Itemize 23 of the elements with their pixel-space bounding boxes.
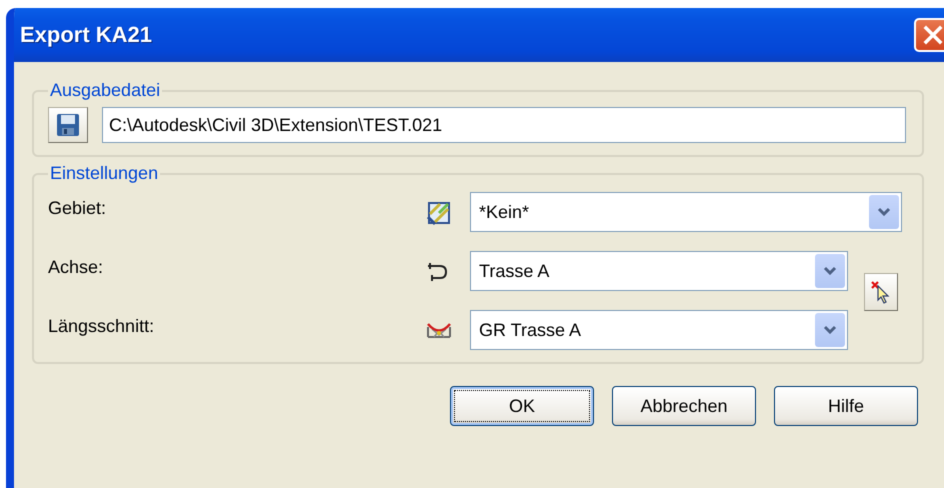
group-legend: Ausgabedatei [48,80,162,101]
dialog-button[interactable]: Hilfe [774,386,918,426]
field-label: Achse: [48,256,104,278]
close-button[interactable] [914,18,944,52]
area-map-icon [427,201,451,225]
window-title: Export KA21 [20,22,152,48]
chevron-down-icon [877,207,891,217]
profile-curve-icon [426,321,452,341]
dropdown[interactable]: GR Trasse A [470,310,848,350]
dialog-button[interactable]: Abbrechen [612,386,756,426]
file-path-field[interactable]: C:\Autodesk\Civil 3D\Extension\TEST.021 [102,107,906,143]
dialog-button[interactable]: OK [450,386,594,426]
field-label: Längsschnitt: [48,315,156,337]
chevron-down-icon [823,266,837,276]
save-button[interactable] [48,107,88,143]
field-label: Gebiet: [48,197,108,219]
close-icon [922,24,944,46]
dropdown[interactable]: Trasse A [470,251,848,291]
chevron-down-icon [823,325,837,335]
pick-button[interactable] [864,272,898,310]
group-legend: Einstellungen [48,163,160,184]
cursor-cross-icon [870,280,892,304]
dropdown[interactable]: *Kein* [470,192,902,232]
